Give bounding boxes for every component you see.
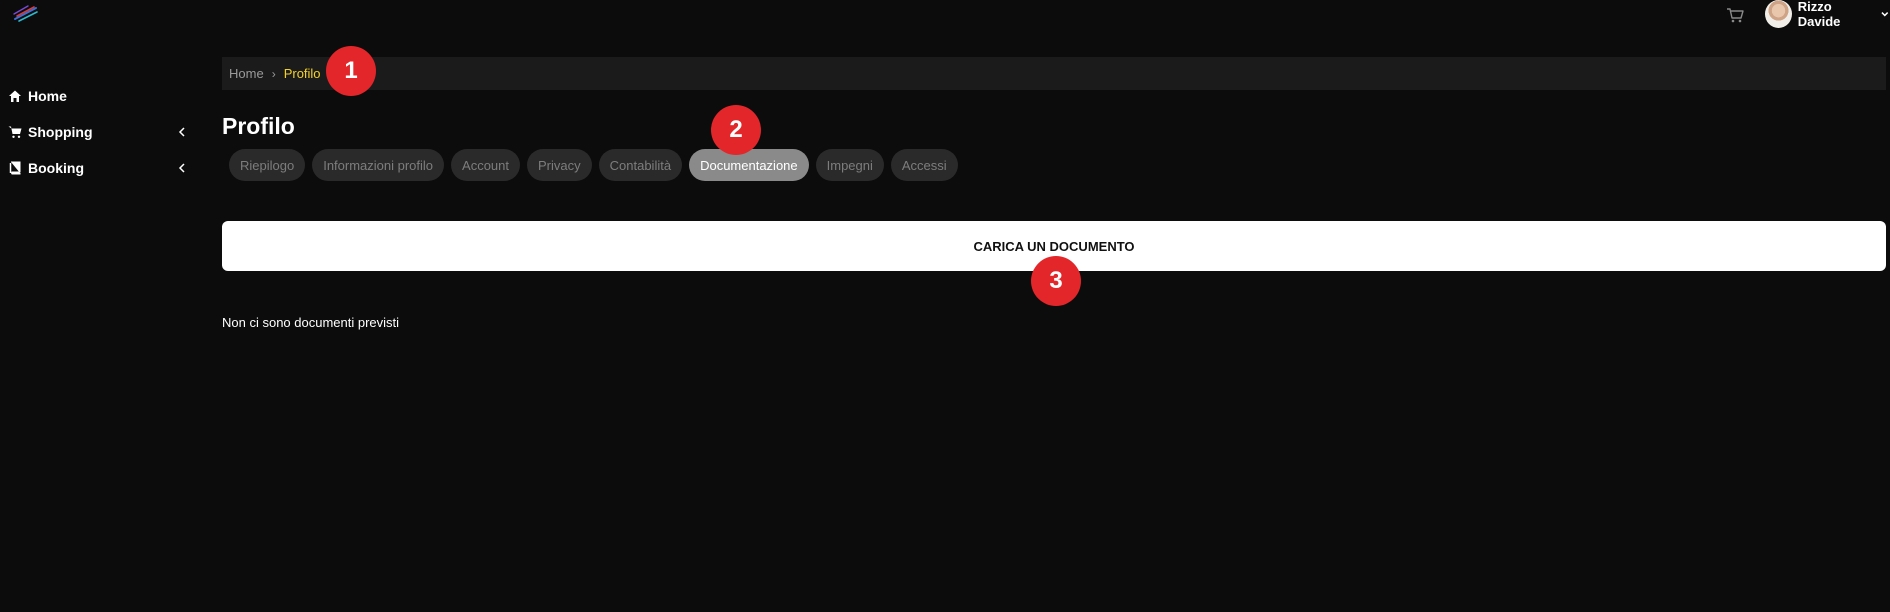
sidebar-item-booking[interactable]: Booking bbox=[0, 150, 200, 186]
sidebar: Home Shopping Booking bbox=[0, 78, 200, 186]
breadcrumb-home[interactable]: Home bbox=[229, 66, 264, 81]
chevron-left-icon bbox=[178, 163, 185, 173]
user-name: Rizzo Davide bbox=[1797, 0, 1841, 29]
cart-icon bbox=[8, 126, 22, 138]
profile-tabs: Riepilogo Informazioni profilo Account P… bbox=[229, 149, 958, 181]
callout-1: 1 bbox=[326, 46, 376, 96]
tab-accessi[interactable]: Accessi bbox=[890, 149, 958, 181]
sidebar-item-shopping[interactable]: Shopping bbox=[0, 114, 200, 150]
cart-icon[interactable] bbox=[1726, 6, 1744, 24]
sidebar-item-label: Home bbox=[28, 88, 67, 104]
tab-account[interactable]: Account bbox=[451, 149, 521, 181]
chevron-down-icon bbox=[1881, 12, 1889, 17]
sidebar-item-home[interactable]: Home bbox=[0, 78, 200, 114]
sidebar-item-label: Shopping bbox=[28, 124, 93, 140]
avatar bbox=[1765, 0, 1792, 28]
user-menu[interactable]: Rizzo Davide bbox=[1765, 0, 1890, 29]
callout-3: 3 bbox=[1031, 256, 1081, 306]
page-title: Profilo bbox=[222, 113, 295, 139]
breadcrumb: Home › Profilo bbox=[222, 57, 1886, 90]
sidebar-item-label: Booking bbox=[28, 160, 84, 176]
chevron-left-icon bbox=[178, 127, 185, 137]
tab-contabilita[interactable]: Contabilità bbox=[598, 149, 683, 181]
breadcrumb-current: Profilo bbox=[283, 66, 321, 81]
empty-documents-message: Non ci sono documenti previsti bbox=[222, 315, 400, 330]
tab-privacy[interactable]: Privacy bbox=[527, 149, 592, 181]
brand-logo[interactable] bbox=[12, 4, 40, 24]
book-icon bbox=[9, 161, 21, 175]
home-icon bbox=[9, 90, 21, 102]
tab-informazioni-profilo[interactable]: Informazioni profilo bbox=[312, 149, 445, 181]
tab-documentazione[interactable]: Documentazione bbox=[689, 149, 809, 181]
callout-2: 2 bbox=[711, 105, 761, 155]
tab-impegni[interactable]: Impegni bbox=[815, 149, 884, 181]
tab-riepilogo[interactable]: Riepilogo bbox=[229, 149, 306, 181]
breadcrumb-separator-icon: › bbox=[271, 66, 276, 81]
